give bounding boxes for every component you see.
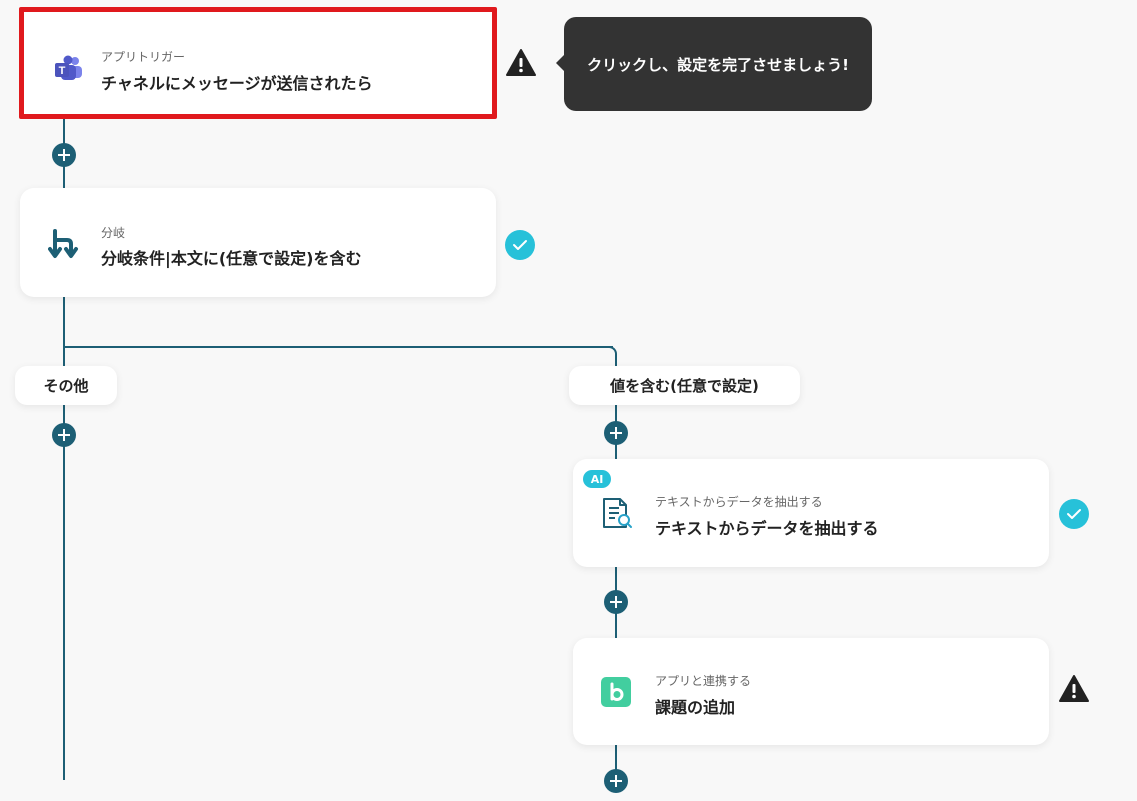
setup-tooltip: クリックし、設定を完了させましょう! xyxy=(556,17,872,111)
add-step-button[interactable] xyxy=(52,143,76,167)
svg-text:T: T xyxy=(59,65,66,77)
branch-icon xyxy=(46,226,82,262)
trigger-card-title: チャネルにメッセージが送信されたら xyxy=(101,74,373,93)
branch-label-contains[interactable]: 値を含む(任意で設定) xyxy=(569,366,800,405)
add-step-button-after-extract[interactable] xyxy=(604,590,628,614)
branch-card-sub: 分岐 xyxy=(101,226,126,240)
trigger-card-sub: アプリトリガー xyxy=(101,50,186,64)
connector-branch-horizontal xyxy=(63,346,613,348)
document-search-icon xyxy=(598,496,634,532)
teams-icon: T xyxy=(50,51,86,87)
warning-icon xyxy=(506,49,536,76)
branch-card-title: 分岐条件|本文に(任意で設定)を含む xyxy=(101,249,362,268)
warning-icon xyxy=(1059,675,1089,702)
trigger-card[interactable]: T アプリトリガー チャネルにメッセージが送信されたら xyxy=(19,7,497,119)
extract-card-sub: テキストからデータを抽出する xyxy=(655,495,823,509)
ai-badge: AI xyxy=(583,470,611,488)
branch-label-other-text: その他 xyxy=(43,377,89,395)
add-step-button-after-app[interactable] xyxy=(604,769,628,793)
extract-card-title: テキストからデータを抽出する xyxy=(655,519,879,538)
add-step-button-other[interactable] xyxy=(52,423,76,447)
app-card[interactable]: アプリと連携する 課題の追加 xyxy=(573,638,1049,745)
check-icon xyxy=(505,230,535,260)
check-icon xyxy=(1059,499,1089,529)
extract-card[interactable]: テキストからデータを抽出する テキストからデータを抽出する xyxy=(573,459,1049,567)
backlog-icon xyxy=(598,674,634,710)
branch-label-other[interactable]: その他 xyxy=(15,366,117,405)
tooltip-text: クリックし、設定を完了させましょう! xyxy=(587,55,849,74)
branch-card[interactable]: 分岐 分岐条件|本文に(任意で設定)を含む xyxy=(20,188,496,297)
app-card-sub: アプリと連携する xyxy=(655,674,752,688)
branch-label-contains-text: 値を含む(任意で設定) xyxy=(610,377,759,395)
ai-badge-text: AI xyxy=(590,472,604,486)
app-card-title: 課題の追加 xyxy=(655,698,736,717)
add-step-button-contains[interactable] xyxy=(604,421,628,445)
